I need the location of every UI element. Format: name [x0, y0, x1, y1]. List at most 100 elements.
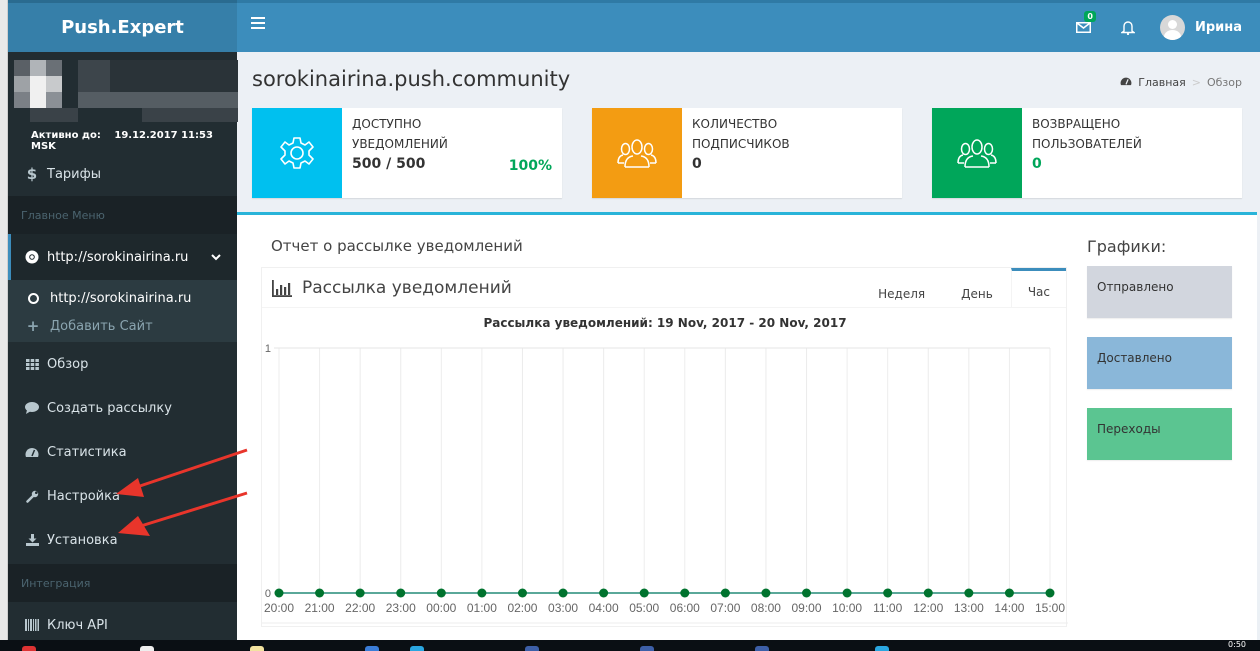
info-box-label: Доступно [352, 117, 422, 131]
topbar-right: 0 Ирина [1062, 3, 1260, 52]
sidebar-item-statistics[interactable]: Статистика [8, 430, 237, 474]
chart-box-title-text: Рассылка уведомлений [302, 278, 512, 298]
app-logo[interactable]: Push.Expert [8, 0, 237, 52]
line-chart: 0 1 20:00 21:00 22:00 23:00 00:00 01:00 02:00 03:… [262, 343, 1068, 624]
data-point [599, 588, 609, 598]
sidebar-item-settings[interactable]: Настройка [8, 474, 237, 518]
sidebar-item-label: http://sorokinairina.ru [47, 249, 189, 265]
users-icon [957, 139, 997, 168]
submenu-item-add-site[interactable]: + Добавить Сайт [8, 312, 237, 340]
sidebar-item-label: Ключ API [47, 617, 108, 633]
y-tick-label: 0 [265, 588, 271, 600]
x-tick-label: 03:00 [548, 601, 578, 615]
info-box-icon [932, 108, 1022, 198]
taskbar-app-icon[interactable] [875, 646, 889, 651]
data-point [558, 588, 568, 598]
data-point [964, 588, 974, 598]
taskbar-app-icon[interactable] [140, 646, 154, 651]
sidebar-item-install[interactable]: Установка [8, 518, 237, 562]
tab-hour[interactable]: Час [1010, 268, 1066, 308]
data-point [720, 588, 730, 598]
sidebar-item-label: Установка [47, 532, 118, 548]
site-submenu: http://sorokinairina.ru + Добавить Сайт [8, 280, 237, 342]
x-tick-label: 09:00 [792, 601, 822, 615]
messages-button[interactable]: 0 [1062, 3, 1106, 52]
data-point [923, 588, 933, 598]
x-tick-label: 21:00 [305, 601, 335, 615]
info-box-icon [592, 108, 682, 198]
taskbar-app-icon[interactable] [755, 646, 769, 651]
user-menu[interactable]: Ирина [1150, 15, 1260, 40]
barcode-icon [23, 619, 41, 631]
gear-icon [280, 137, 314, 169]
graph-toggle-clicks[interactable]: Переходы [1087, 408, 1232, 460]
x-tick-label: 20:00 [264, 601, 294, 615]
grid-icon [23, 358, 41, 370]
info-box-label: пользователей [1032, 137, 1142, 151]
info-box-label: уведомлений [352, 137, 448, 151]
data-point [355, 588, 365, 598]
notifications-button[interactable] [1106, 3, 1150, 52]
active-until-label: Активно до: [31, 130, 101, 141]
graph-toggle-delivered[interactable]: Доставлено [1087, 337, 1232, 389]
graphs-title: Графики: [1087, 237, 1167, 256]
x-tick-label: 13:00 [954, 601, 984, 615]
info-box-value: 0 [1032, 156, 1042, 172]
menu-toggle-icon[interactable] [251, 17, 265, 31]
data-point [315, 588, 325, 598]
breadcrumb-current: Обзор [1206, 76, 1242, 89]
chart-box: Рассылка уведомлений Неделя День Час Рас… [261, 267, 1068, 627]
taskbar-app-icon[interactable] [250, 646, 264, 651]
sidebar-item-tariffs[interactable]: $ Тарифы [8, 152, 237, 196]
window-edge [0, 0, 8, 640]
info-box-returned-users: Возвращено пользователей 0 [932, 108, 1242, 198]
users-icon [617, 139, 657, 168]
taskbar-app-icon[interactable] [640, 646, 654, 651]
data-point [842, 588, 852, 598]
chart-box-title: Рассылка уведомлений [272, 278, 512, 298]
sidebar-header-integration: Интеграция [8, 564, 237, 602]
info-box-value: 0 [692, 156, 702, 172]
x-tick-label: 22:00 [345, 601, 375, 615]
info-box-content: Возвращено пользователей 0 [1022, 108, 1242, 198]
dashboard-icon [1120, 76, 1132, 89]
breadcrumb-home[interactable]: Главная [1138, 76, 1186, 89]
info-box-subscribers: Количество подписчиков 0 [592, 108, 902, 198]
data-point [396, 588, 406, 598]
taskbar-app-icon[interactable] [525, 646, 539, 651]
chevron-down-icon[interactable] [211, 251, 221, 264]
page-title: sorokinairina.push.community [252, 67, 571, 91]
taskbar-app-icon[interactable] [410, 646, 424, 651]
x-tick-label: 00:00 [426, 601, 456, 615]
wrench-icon [23, 490, 41, 503]
x-tick-label: 08:00 [751, 601, 781, 615]
sidebar-item-label: Настройка [47, 488, 120, 504]
sidebar-item-label: Обзор [47, 356, 89, 372]
x-tick-label: 14:00 [994, 601, 1024, 615]
sidebar-item-label: Создать рассылку [47, 400, 172, 416]
period-tabs: Неделя День Час [860, 268, 1066, 308]
sidebar-item-create-mailing[interactable]: Создать рассылку [8, 386, 237, 430]
x-tick-label: 04:00 [589, 601, 619, 615]
x-tick-label: 11:00 [873, 601, 902, 615]
sidebar-item-label: Статистика [47, 444, 127, 460]
info-box-content: Доступно уведомлений 500 / 500 100% [342, 108, 562, 198]
sidebar-item-site[interactable]: http://sorokinairina.ru [8, 234, 237, 280]
envelope-icon [1076, 22, 1092, 33]
graph-toggle-sent[interactable]: Отправлено [1087, 266, 1232, 318]
report-title: Отчет о рассылке уведомлений [271, 237, 523, 255]
tab-day[interactable]: День [943, 268, 1011, 308]
data-point [274, 588, 284, 598]
data-point [761, 588, 771, 598]
tab-week[interactable]: Неделя [860, 268, 943, 308]
data-point [436, 588, 446, 598]
taskbar-app-icon[interactable] [22, 646, 36, 651]
taskbar-app-icon[interactable] [365, 646, 379, 651]
sidebar-header-main-menu: Главное Меню [8, 196, 237, 234]
x-tick-label: 02:00 [507, 601, 537, 615]
sidebar-item-overview[interactable]: Обзор [8, 342, 237, 386]
info-box-label: подписчиков [692, 137, 790, 151]
bar-chart-icon [272, 279, 292, 297]
submenu-item-site[interactable]: http://sorokinairina.ru [8, 284, 237, 312]
data-point [680, 588, 690, 598]
